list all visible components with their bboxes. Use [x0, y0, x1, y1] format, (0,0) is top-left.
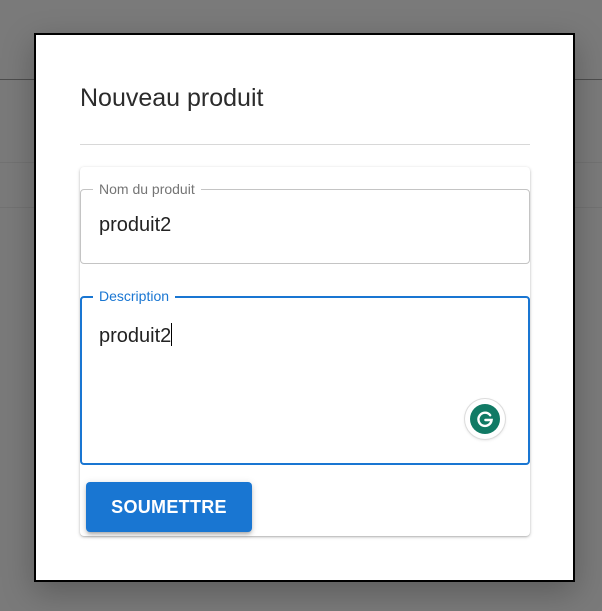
product-form: Nom du produit produit2 Description prod…: [80, 167, 530, 536]
description-label: Description: [93, 288, 176, 304]
grammarly-g-glyph: [477, 411, 493, 428]
grammarly-button[interactable]: [465, 399, 505, 439]
product-name-label: Nom du produit: [93, 181, 201, 197]
product-name-input[interactable]: produit2: [99, 213, 171, 237]
dialog-title: Nouveau produit: [80, 84, 264, 112]
new-product-dialog: Nouveau produit Nom du produit produit2 …: [34, 33, 575, 582]
text-cursor: [171, 323, 173, 346]
submit-button[interactable]: SOUMETTRE: [86, 482, 252, 532]
description-text: produit2: [99, 325, 172, 347]
product-name-field[interactable]: Nom du produit produit2: [80, 181, 530, 264]
description-field[interactable]: Description produit2: [80, 288, 530, 465]
grammarly-icon: [470, 404, 500, 434]
description-textarea[interactable]: produit2: [99, 323, 173, 348]
title-divider: [80, 144, 530, 145]
